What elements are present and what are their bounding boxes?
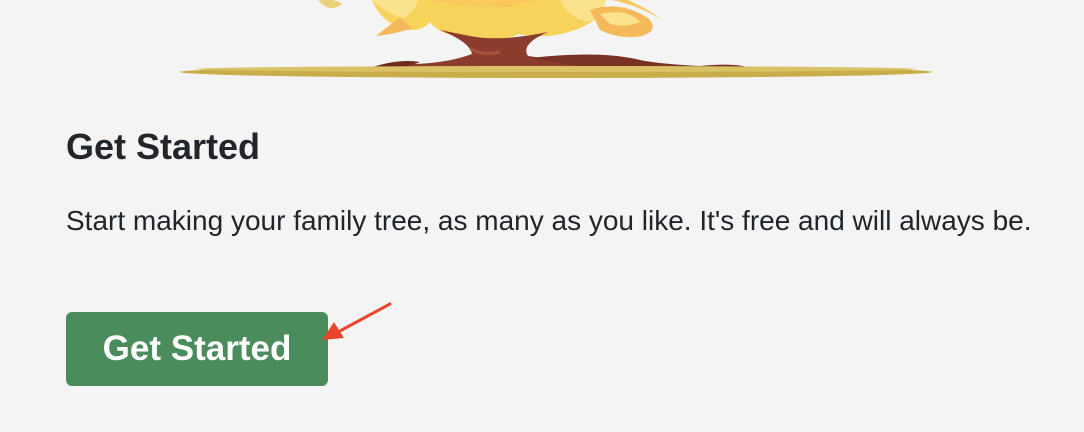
foliage: [372, 0, 662, 40]
get-started-card: Get Started Start making your family tre…: [66, 124, 1056, 246]
family-tree-illustration: [180, 0, 932, 78]
get-started-button[interactable]: Get Started: [66, 312, 328, 386]
leaf-shape: [318, 0, 342, 9]
page: Get Started Start making your family tre…: [0, 0, 1084, 432]
tree-trunk: [364, 30, 756, 70]
card-description: Start making your family tree, as many a…: [66, 205, 1032, 236]
card-title: Get Started: [66, 126, 261, 167]
